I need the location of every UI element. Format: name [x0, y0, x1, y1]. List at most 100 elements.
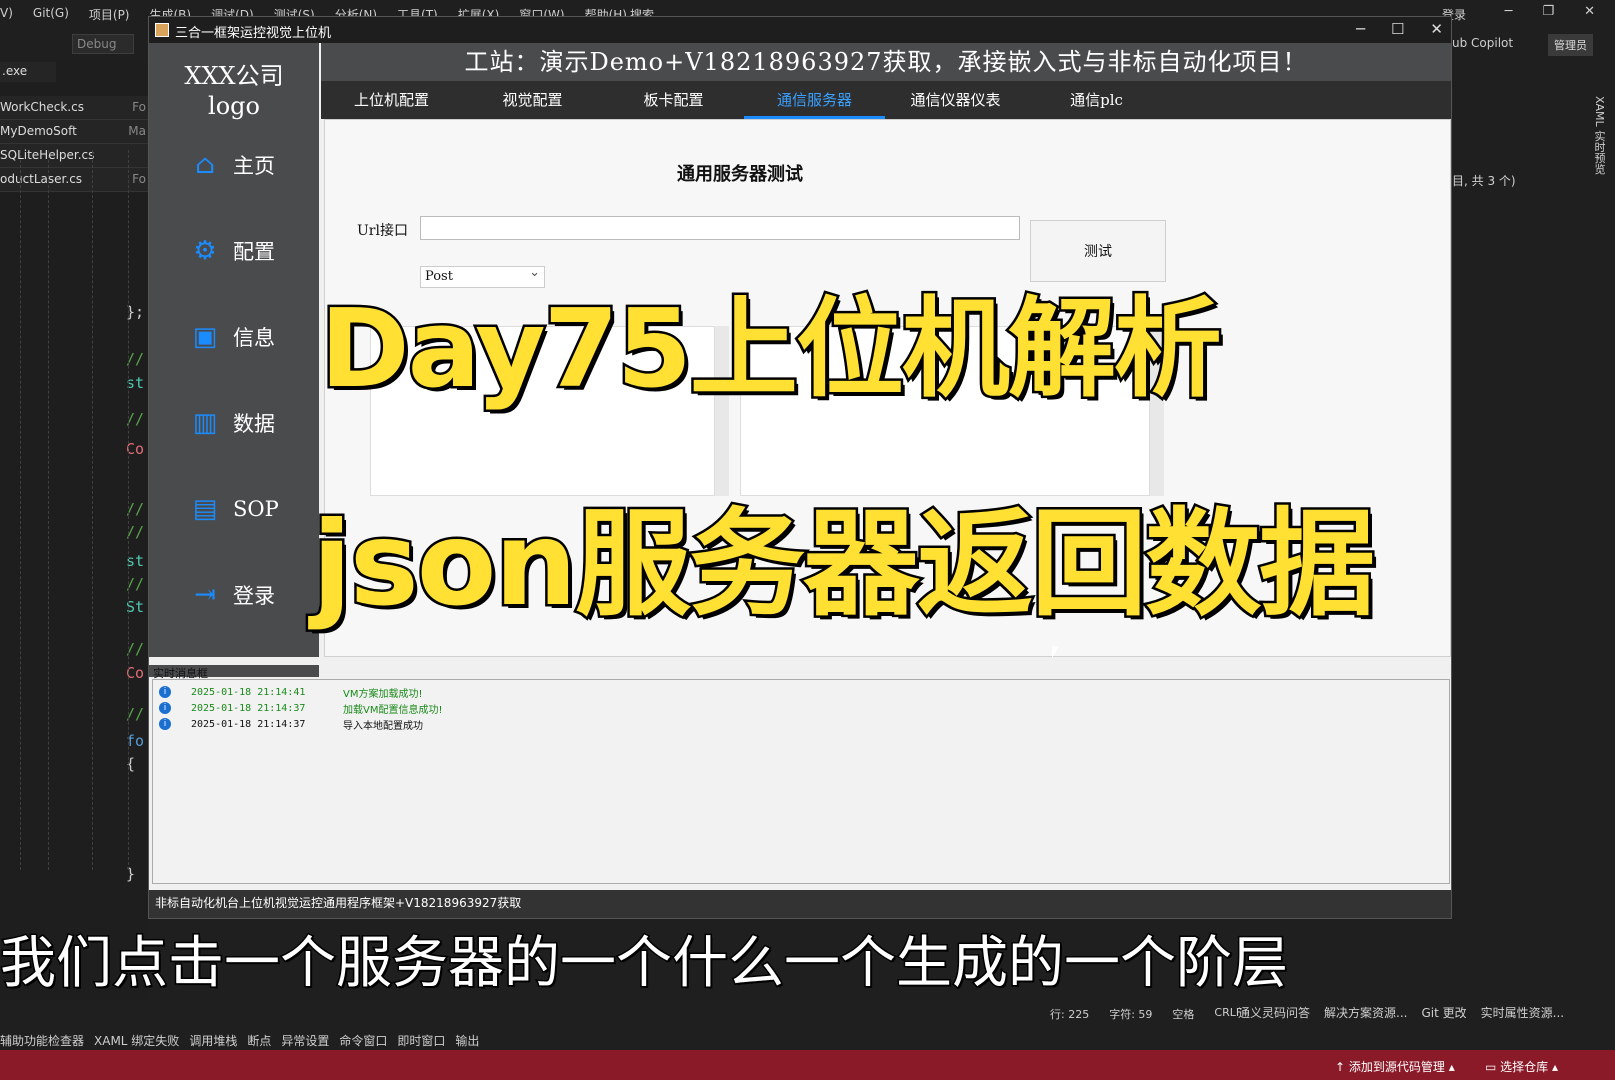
editor-tab[interactable]: WorkCheck.cs Fo: [0, 96, 148, 120]
nav-item-2[interactable]: ▣ 信息: [189, 317, 309, 357]
xaml-preview-tab[interactable]: XAML 实时预览: [1593, 96, 1607, 174]
editor-tabs: WorkCheck.cs Fo MyDemoSoft Ma SQLiteHelper.c…: [0, 96, 148, 192]
overlay-title-line-1: Day75上位机解析: [318, 285, 1225, 415]
log-message: 加载VM配置信息成功!: [343, 704, 443, 716]
editor-tab-suffix: Fo: [132, 100, 146, 114]
tab-1[interactable]: 视觉配置: [462, 81, 603, 119]
bottom-panel-tab[interactable]: 断点: [247, 1032, 271, 1049]
log-time: 2025-01-18 21:14:41: [191, 686, 306, 698]
nav-label: 信息: [233, 326, 275, 350]
bottom-panel-tab[interactable]: 输出: [455, 1032, 479, 1049]
ide-right-panel: [1452, 95, 1615, 1010]
right-panel-tab[interactable]: 通义灵码问答: [1238, 1004, 1310, 1021]
nav-item-5[interactable]: ⇥ 登录: [189, 575, 309, 615]
video-subtitle: 我们点击一个服务器的一个什么一个生成的一个阶层: [0, 930, 1290, 998]
maximize-icon[interactable]: ☐: [1391, 20, 1404, 38]
bottom-panel-tab[interactable]: 辅助功能检查器: [0, 1032, 84, 1049]
bottom-panel-tab[interactable]: XAML 绑定失败: [94, 1032, 179, 1049]
editor-tab-suffix: Fo: [132, 172, 146, 186]
log-row: i 2025-01-18 21:14:41 VM方案加载成功!: [159, 684, 1059, 700]
ide-menu-item[interactable]: 项目(P): [89, 6, 130, 23]
ide-window-controls: ─ ❐ ✕: [1505, 4, 1595, 19]
editor-tab-name: oductLaser.cs: [0, 172, 83, 186]
ide-menu-item[interactable]: V): [0, 6, 13, 23]
info-icon: i: [159, 718, 171, 730]
info-card-icon: ▣: [192, 322, 218, 352]
bottom-panel-tabs: 辅助功能检查器 XAML 绑定失败 调用堆栈 断点 异常设置 命令窗口 即时窗口 输出: [0, 1032, 479, 1049]
info-icon: i: [159, 702, 171, 714]
close-icon[interactable]: ✕: [1584, 4, 1595, 19]
mouse-cursor-icon: [1052, 646, 1059, 658]
nav-item-3[interactable]: ▥ 数据: [189, 403, 309, 443]
close-icon[interactable]: ✕: [1430, 20, 1443, 38]
ide-menu-item[interactable]: Git(G): [33, 6, 69, 23]
editor-tab-name: WorkCheck.cs: [0, 100, 84, 114]
app-sidebar: XXX公司 logo ⌂ 主页 ⚙ 配置 ▣ 信息 ▥ 数据 ▤ SOP ⇥ 登录: [149, 43, 319, 677]
nav-label: 登录: [233, 584, 275, 608]
solution-count: 目, 共 3 个): [1452, 174, 1516, 188]
main-tabs: 上位机配置 视觉配置 板卡配置 通信服务器 通信仪器仪表 通信plc: [321, 81, 1451, 119]
tab-5[interactable]: 通信plc: [1026, 81, 1167, 119]
right-panel-tab[interactable]: 解决方案资源...: [1324, 1004, 1407, 1021]
bottom-panel-tab[interactable]: 即时窗口: [397, 1032, 445, 1049]
log-time: 2025-01-18 21:14:37: [191, 702, 306, 714]
nav-item-1[interactable]: ⚙ 配置: [189, 231, 309, 271]
right-panel-tab[interactable]: 实时属性资源...: [1481, 1004, 1564, 1021]
page-title: 通用服务器测试: [677, 164, 803, 185]
app-window-controls: ─ ☐ ✕: [1356, 20, 1443, 38]
editor-tab[interactable]: SQLiteHelper.cs: [0, 144, 148, 168]
add-to-source-control[interactable]: ↑ 添加到源代码管理 ▴: [1335, 1058, 1455, 1075]
indent-guide: [20, 150, 21, 870]
info-icon: i: [159, 686, 171, 698]
book-icon: ▤: [192, 494, 218, 524]
url-input[interactable]: [420, 216, 1020, 240]
select-repository[interactable]: ▭ 选择仓库 ▴: [1485, 1058, 1558, 1075]
home-icon: ⌂: [195, 150, 215, 180]
nav-item-4[interactable]: ▤ SOP: [189, 489, 309, 529]
editor-tab-suffix: Ma: [128, 124, 146, 138]
log-message: VM方案加载成功!: [343, 688, 423, 700]
logo-line-2: logo: [208, 92, 260, 120]
right-panel-tab[interactable]: Git 更改: [1421, 1004, 1466, 1021]
minimize-icon[interactable]: ─: [1505, 4, 1513, 19]
company-logo: XXX公司 logo: [149, 61, 319, 121]
app-icon: [155, 23, 169, 37]
editor-tab-name: MyDemoSoft: [0, 124, 77, 138]
bottom-panel-tab[interactable]: 调用堆栈: [189, 1032, 237, 1049]
url-label: Url接口: [357, 223, 408, 239]
bottom-panel-tab[interactable]: 命令窗口: [339, 1032, 387, 1049]
log-row: i 2025-01-18 21:14:37 导入本地配置成功: [159, 716, 1059, 732]
maximize-icon[interactable]: ❐: [1542, 4, 1554, 19]
nav-label: 配置: [233, 240, 275, 264]
nav-label: SOP: [233, 497, 279, 521]
admin-badge[interactable]: 管理员: [1548, 34, 1593, 56]
tab-3[interactable]: 通信服务器: [744, 81, 885, 119]
app-statusbar: 非标自动化机台上位机视觉运控通用程序框架+V18218963927获取: [149, 890, 1451, 918]
gear-icon: ⚙: [193, 236, 217, 266]
app-title: 三合一框架运控视觉上位机: [175, 26, 332, 41]
bottom-panel-tab[interactable]: 异常设置: [281, 1032, 329, 1049]
config-dropdown[interactable]: Debug: [72, 34, 134, 54]
ide-bottom: 行: 225 字符: 59 空格 CRLF 通义灵码问答 解决方案资源... Git…: [0, 1000, 1615, 1050]
startup-project[interactable]: .exe: [0, 62, 56, 82]
log-time: 2025-01-18 21:14:37: [191, 718, 306, 730]
editor-tab[interactable]: oductLaser.cs Fo: [0, 168, 148, 192]
copilot-button[interactable]: ub Copilot: [1452, 36, 1513, 50]
minimize-icon[interactable]: ─: [1356, 20, 1365, 38]
overlay-title-line-2: json服务器返回数据: [309, 495, 1377, 635]
splitter-handle[interactable]: [149, 657, 1451, 665]
nav-label: 数据: [233, 412, 275, 436]
nav-label: 主页: [233, 154, 275, 178]
editor-tab[interactable]: MyDemoSoft Ma: [0, 120, 148, 144]
tab-4[interactable]: 通信仪器仪表: [885, 81, 1026, 119]
tab-0[interactable]: 上位机配置: [321, 81, 462, 119]
tab-2[interactable]: 板卡配置: [603, 81, 744, 119]
message-log: i 2025-01-18 21:14:41 VM方案加载成功! i 2025-01-18…: [152, 679, 1450, 884]
log-row: i 2025-01-18 21:14:37 加载VM配置信息成功!: [159, 700, 1059, 716]
log-message: 导入本地配置成功: [343, 720, 423, 732]
cursor-position: 行: 225 字符: 59 空格 CRLF: [1050, 1006, 1242, 1022]
nav-item-0[interactable]: ⌂ 主页: [189, 145, 309, 185]
indent-mode[interactable]: 空格: [1172, 1006, 1194, 1022]
char-number: 字符: 59: [1109, 1008, 1153, 1021]
app-window: 三合一框架运控视觉上位机 ─ ☐ ✕ XXX公司 logo ⌂ 主页 ⚙ 配置 ▣ 信息 ▥…: [148, 16, 1452, 919]
